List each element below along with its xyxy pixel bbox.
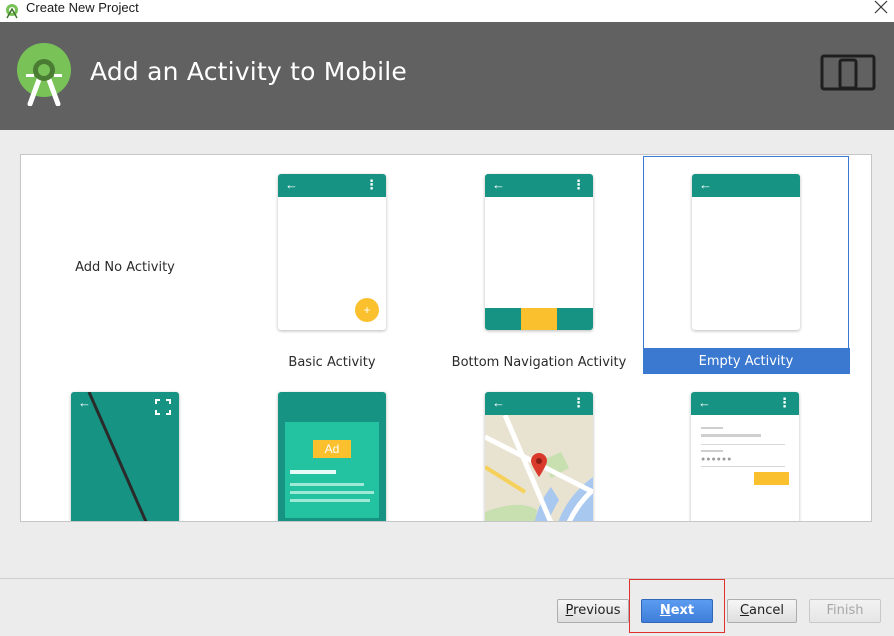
next-button-highlight-box xyxy=(629,579,725,633)
wizard-header: Add an Activity to Mobile xyxy=(0,22,894,130)
back-arrow-icon: ← xyxy=(699,177,712,192)
activity-label: Empty Activity xyxy=(698,354,794,369)
android-studio-app-icon xyxy=(6,4,18,19)
login-button-preview xyxy=(754,472,789,485)
basic-activity-preview: ← ⋮ + xyxy=(278,174,386,330)
diagonal-line-graphic xyxy=(87,392,148,521)
overflow-menu-icon: ⋮ xyxy=(572,177,585,192)
ad-badge: Ad xyxy=(313,440,351,458)
previous-button[interactable]: Previous xyxy=(557,599,629,623)
ad-card-preview: Ad xyxy=(285,422,379,518)
finish-button[interactable]: Finish xyxy=(809,599,881,623)
previous-mnemonic: P xyxy=(565,603,574,618)
bottom-nav-bar-preview xyxy=(485,308,593,330)
preview-app-bar: ← ⋮ xyxy=(278,174,386,197)
overflow-menu-icon: ⋮ xyxy=(365,177,378,192)
activity-option-login[interactable]: ← ⋮ ●●●●●● xyxy=(643,383,849,521)
page-title: Add an Activity to Mobile xyxy=(90,57,407,86)
activity-option-add-no-activity[interactable]: Add No Activity xyxy=(22,157,228,375)
activity-option-maps[interactable]: ← ⋮ xyxy=(436,383,642,521)
android-studio-logo xyxy=(17,43,71,106)
empty-activity-preview: ← xyxy=(692,174,800,330)
overflow-menu-icon: ⋮ xyxy=(778,395,791,410)
fab-button-preview: + xyxy=(355,298,379,322)
window-title-bar: Create New Project xyxy=(0,0,894,22)
preview-app-bar: ← ⋮ xyxy=(691,392,799,415)
back-arrow-icon: ← xyxy=(698,395,711,410)
preview-app-bar: ← ⋮ xyxy=(485,174,593,197)
maps-activity-preview: ← ⋮ xyxy=(485,392,593,521)
tablet-phone-icon xyxy=(820,54,876,91)
footer-divider xyxy=(0,578,894,579)
bottom-navigation-preview: ← ⋮ xyxy=(485,174,593,330)
back-arrow-icon: ← xyxy=(492,395,505,410)
window-title: Create New Project xyxy=(26,0,139,15)
previous-label-rest: revious xyxy=(573,603,621,618)
back-arrow-icon: ← xyxy=(285,177,298,192)
activity-option-admob[interactable]: Ad xyxy=(229,383,435,521)
preview-app-bar: ← xyxy=(692,174,800,197)
activity-option-empty-activity[interactable]: ← Empty Activity xyxy=(643,156,850,374)
fullscreen-activity-preview: ← xyxy=(71,392,179,521)
login-activity-preview: ← ⋮ ●●●●●● xyxy=(691,392,799,521)
map-pin-icon xyxy=(531,453,547,477)
admob-activity-preview: Ad xyxy=(278,392,386,521)
cancel-button[interactable]: Cancel xyxy=(727,599,797,623)
activity-label: Bottom Navigation Activity xyxy=(451,355,627,370)
back-arrow-icon: ← xyxy=(492,177,505,192)
cancel-mnemonic: C xyxy=(739,603,750,618)
overflow-menu-icon: ⋮ xyxy=(572,395,585,410)
cancel-label-rest: ancel xyxy=(749,603,785,618)
activity-option-bottom-navigation[interactable]: ← ⋮ Bottom Navigation Activity xyxy=(436,157,642,375)
activity-option-fullscreen[interactable]: ← xyxy=(22,383,228,521)
close-icon[interactable] xyxy=(874,0,888,14)
activity-gallery[interactable]: Add No Activity ← ⋮ + Basic Activity ← ⋮… xyxy=(20,154,872,522)
activity-label: Basic Activity xyxy=(288,355,376,370)
activity-option-basic-activity[interactable]: ← ⋮ + Basic Activity xyxy=(229,157,435,375)
preview-app-bar: ← ⋮ xyxy=(485,392,593,415)
activity-label: Add No Activity xyxy=(75,260,175,275)
